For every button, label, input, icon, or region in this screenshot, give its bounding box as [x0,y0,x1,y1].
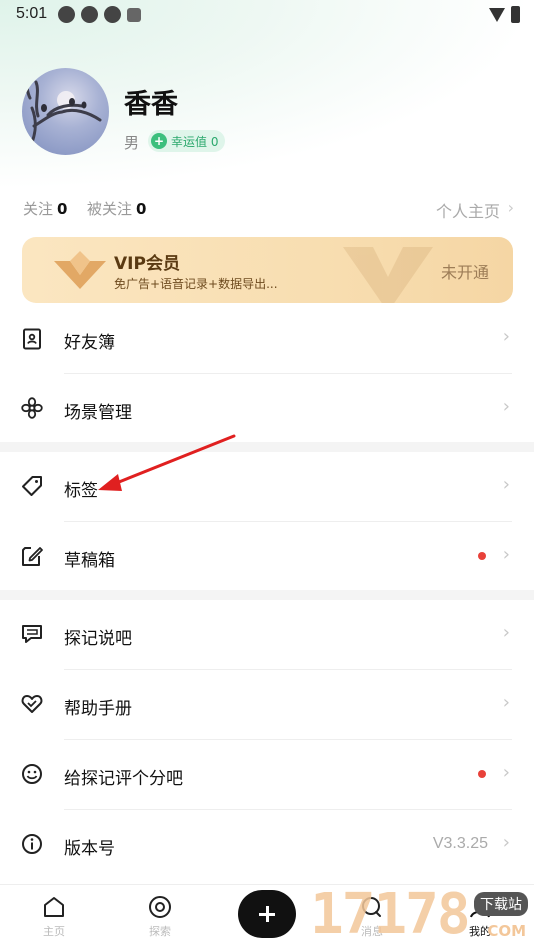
menu-item-tags[interactable]: 标签 › [0,452,534,522]
watermark: 17178 下载站 COM [310,882,534,950]
watermark-domain: COM [487,922,526,940]
followers-label: 被关注 [87,200,133,218]
menu-label-rate: 给探记评个分吧 [64,769,183,789]
home-icon [44,897,64,917]
app-notification-icon [58,6,75,23]
menu-item-scenes[interactable]: 场景管理 › [0,374,534,444]
version-value: V3.3.25 [432,835,488,852]
flower-icon [21,397,43,419]
section-separator [0,442,534,452]
vip-diamond-icon [54,251,106,289]
menu-label-community: 探记说吧 [64,629,132,649]
wifi-icon [489,7,505,22]
luck-icon: + [151,133,167,149]
explore-icon [149,896,171,918]
menu-item-version[interactable]: 版本号 V3.3.25 › [0,810,534,880]
menu-item-rate[interactable]: 给探记评个分吧 › [0,740,534,810]
draft-icon [22,547,43,566]
notification-icons [58,6,141,23]
homepage-link[interactable]: 个人主页 [436,198,500,222]
watermark-badge: 下载站 [474,892,528,916]
menu-label-version: 版本号 [64,839,115,859]
avatar-tree-icon [22,76,102,155]
chevron-right-icon: › [502,474,510,495]
battery-icon [511,6,520,23]
tab-explore[interactable]: 探索 [130,895,190,939]
menu-item-drafts[interactable]: 草稿箱 › [0,522,534,592]
menu-item-community[interactable]: 探记说吧 › [0,600,534,670]
accessibility-icon [127,8,141,22]
notification-dot [478,552,486,560]
app-notification-icon [81,6,98,23]
menu-item-help[interactable]: 帮助手册 › [0,670,534,740]
menu-label-drafts: 草稿箱 [64,551,115,571]
tag-icon [22,476,42,496]
add-button[interactable] [238,890,296,938]
tab-label-home: 主页 [43,925,65,938]
chevron-right-icon: › [502,622,510,643]
notification-dot [478,770,486,778]
following-count: 0 [57,200,68,218]
menu-label-help: 帮助手册 [64,699,132,719]
vip-status: 未开通 [440,263,489,282]
menu-label-scenes: 场景管理 [64,403,132,423]
gender-label: 男 [124,134,140,152]
watermark-number: 17178 [310,882,471,947]
chevron-right-icon: › [502,762,510,783]
chevron-right-icon: › [502,692,510,713]
chevron-right-icon: › [507,198,514,217]
plus-icon [266,906,269,922]
menu-label-friends: 好友簿 [64,333,115,353]
chevron-right-icon: › [502,544,510,565]
chevron-right-icon: › [502,832,510,853]
following-label: 关注 [23,200,54,218]
username[interactable]: 香香 [124,82,178,121]
status-bar: 5:01 [0,0,534,28]
section-separator [0,590,534,600]
chevron-right-icon: › [502,396,510,417]
vip-description: 免广告+语音记录+数据导出... [114,277,278,291]
following-stat[interactable]: 关注 0 [23,198,67,219]
tab-label-explore: 探索 [149,925,171,938]
vip-decoration-icon [343,247,433,303]
luck-label: 幸运值 0 [171,134,219,149]
menu-item-friends[interactable]: 好友簿 › [0,304,534,374]
vip-card[interactable]: VIP会员 免广告+语音记录+数据导出... 未开通 [22,237,513,303]
tab-home[interactable]: 主页 [24,895,84,939]
avatar[interactable] [22,68,109,155]
follow-stats: 关注 0 被关注 0 个人主页 › [0,190,534,226]
app-notification-icon [104,6,121,23]
heart-handshake-icon [21,695,43,713]
status-time: 5:01 [16,5,48,22]
menu-label-tags: 标签 [64,481,98,501]
system-icons [489,6,520,23]
followers-stat[interactable]: 被关注 0 [87,198,146,219]
chevron-right-icon: › [502,326,510,347]
luck-badge[interactable]: + 幸运值 0 [148,130,226,152]
info-icon [22,834,42,854]
contact-book-icon [23,328,41,350]
smile-icon [22,764,42,784]
chat-icon [22,625,42,643]
vip-title: VIP会员 [114,254,180,274]
followers-count: 0 [136,200,147,218]
